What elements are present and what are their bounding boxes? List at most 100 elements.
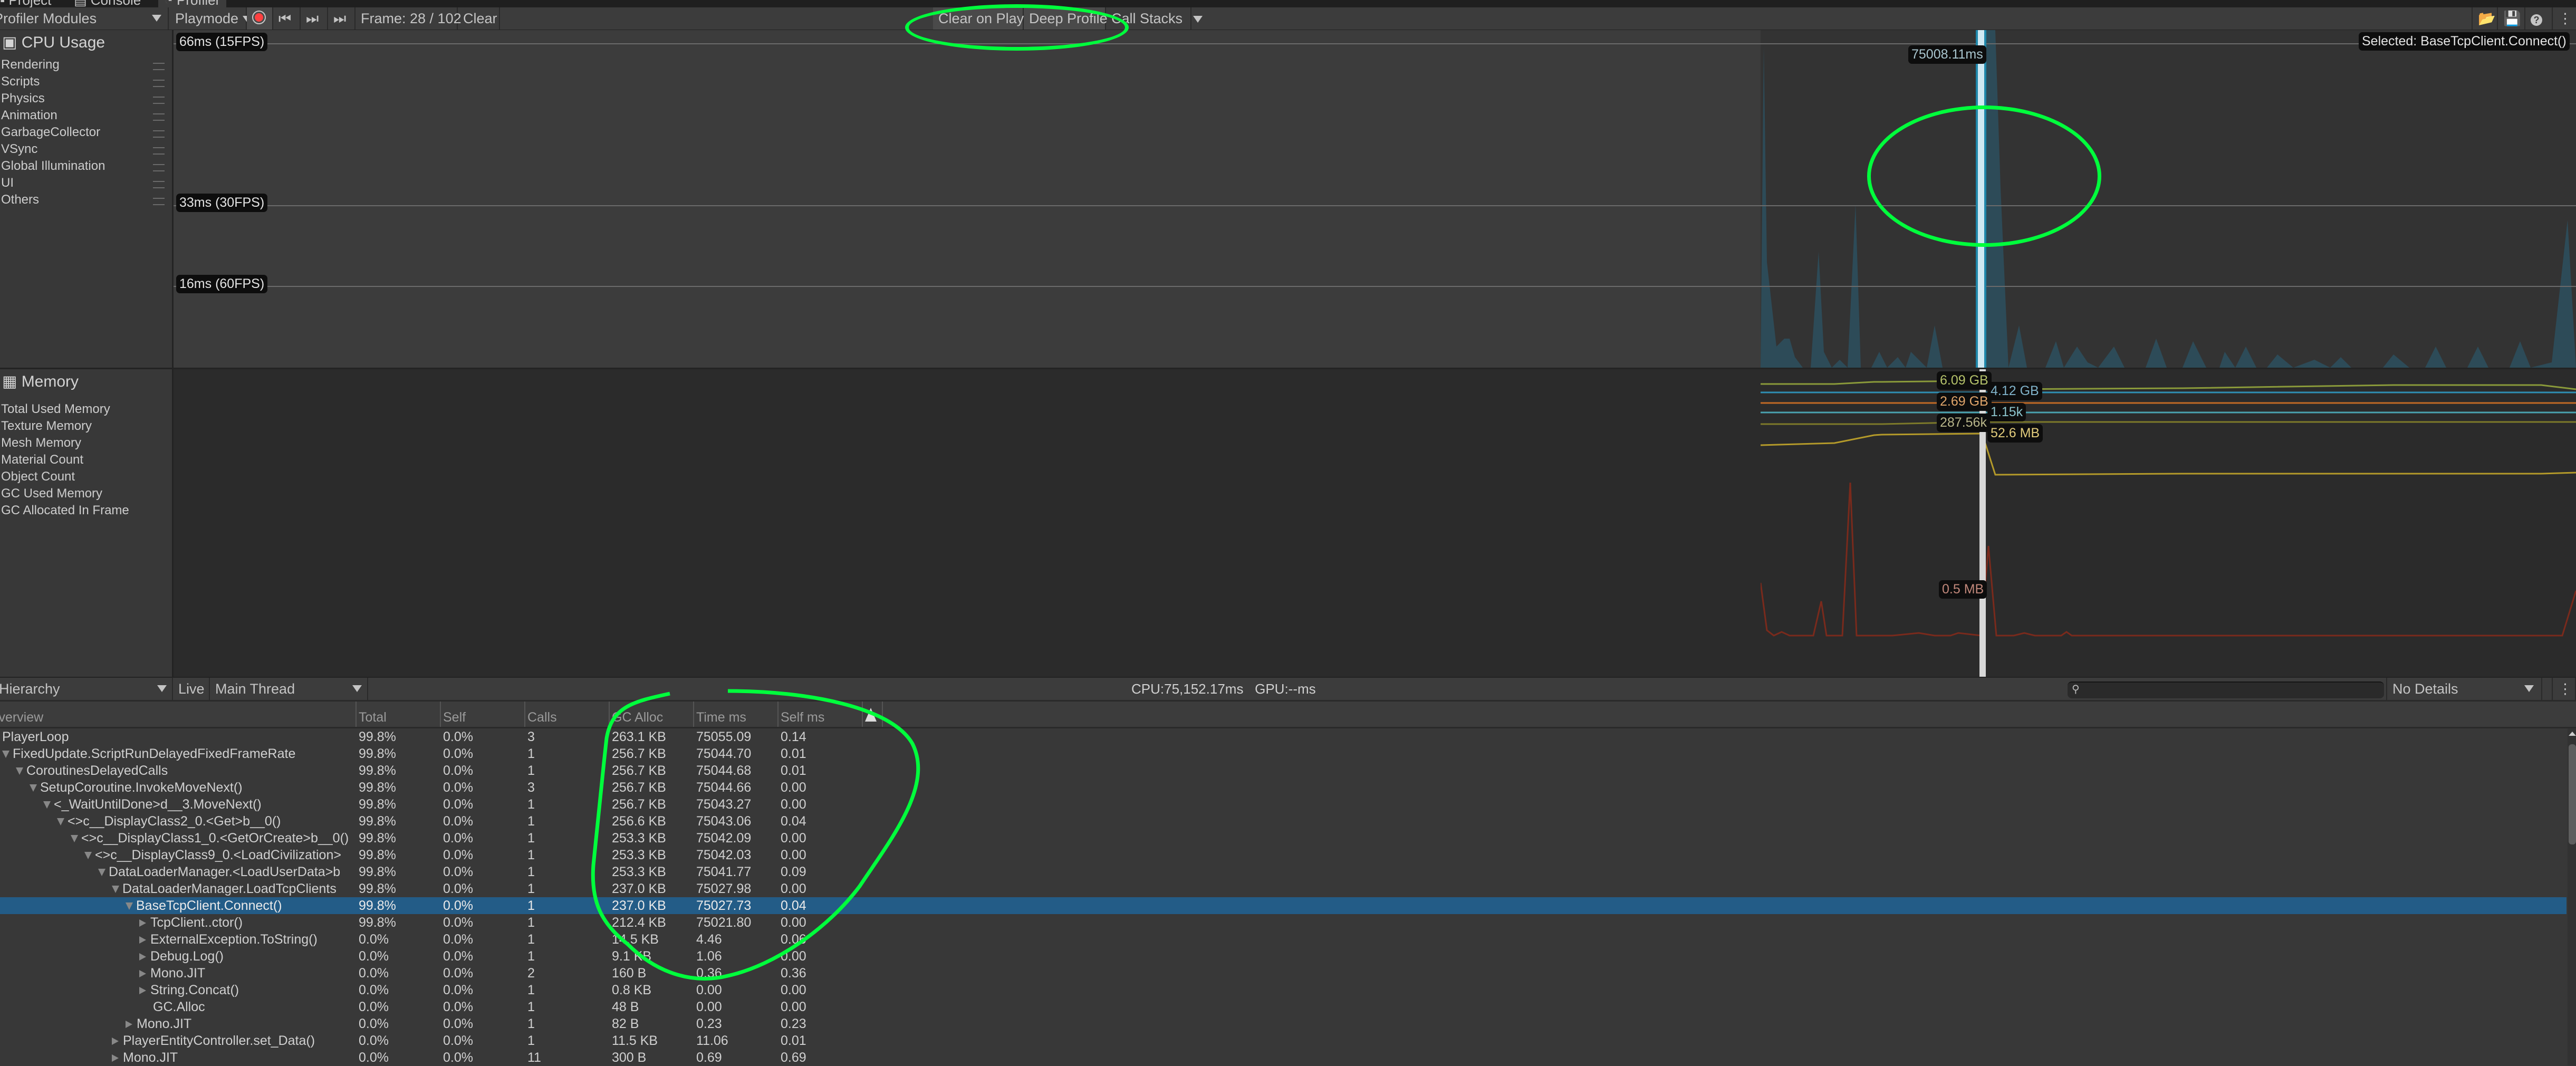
expand-arrow-open-icon[interactable] <box>16 767 23 775</box>
expand-arrow-closed-icon[interactable] <box>126 1021 132 1029</box>
table-row[interactable]: <>c__DisplayClass1_0.<GetOrCreate>b__0()… <box>0 830 2567 847</box>
table-row[interactable]: BaseTcpClient.Connect() 99.8% 0.0% 1 237.0 K… <box>0 897 2567 914</box>
drag-handle-icon[interactable] <box>153 147 165 155</box>
selected-frame-time: 75008.11ms <box>1908 45 1986 64</box>
memory-legend-item[interactable]: Object Count <box>1 469 75 484</box>
cpu-legend-item[interactable]: UI <box>1 176 14 190</box>
table-row[interactable]: PlayerEntityController.set_Data() 0.0% 0.0… <box>0 1032 2567 1049</box>
table-row[interactable]: SetupCoroutine.InvokeMoveNext() 99.8% 0.0%… <box>0 779 2567 796</box>
chevron-down-icon <box>1193 16 1203 23</box>
drag-handle-icon[interactable] <box>153 113 165 121</box>
cpu-module-title[interactable]: ▣ CPU Usage <box>2 33 105 52</box>
drag-handle-icon[interactable] <box>153 164 165 171</box>
table-row[interactable]: PlayerLoop 99.8% 0.0% 3 263.1 KB 75055.09 0.14 <box>0 728 2567 745</box>
memory-legend-item[interactable]: GC Allocated In Frame <box>1 503 129 518</box>
live-toggle[interactable]: Live <box>173 678 210 700</box>
target-dropdown[interactable]: Playmode <box>170 7 253 30</box>
cpu-legend-item[interactable]: Animation <box>1 108 57 123</box>
thread-dropdown[interactable]: Main Thread <box>210 678 368 700</box>
cpu-legend-item[interactable]: GarbageCollector <box>1 125 100 140</box>
drag-handle-icon[interactable] <box>153 63 165 70</box>
expand-arrow-closed-icon[interactable] <box>139 936 146 944</box>
column-total[interactable]: Total <box>355 702 440 727</box>
expand-arrow-open-icon[interactable] <box>84 852 92 860</box>
cpu-module-panel[interactable]: ▣ CPU Usage Rendering Scripts Physics Anima… <box>0 30 174 368</box>
search-input[interactable]: ⚲ <box>2068 681 2384 698</box>
cpu-legend-item[interactable]: Scripts <box>1 74 40 89</box>
memory-graph[interactable] <box>1761 369 2576 677</box>
help-button[interactable]: ? <box>2525 7 2553 30</box>
hierarchy-options-button[interactable]: ⋮ <box>2552 678 2576 700</box>
memory-legend-item[interactable]: Material Count <box>1 453 83 467</box>
view-mode-dropdown[interactable]: Hierarchy <box>0 678 173 700</box>
table-row[interactable]: Mono.JIT 0.0% 0.0% 11 300 B 0.69 0.69 <box>0 1049 2567 1066</box>
table-scrollbar[interactable] <box>2568 728 2576 1065</box>
table-row[interactable]: GC.Alloc 0.0% 0.0% 1 48 B 0.00 0.00 <box>0 998 2567 1015</box>
table-row[interactable]: <>c__DisplayClass9_0.<LoadCivilization> 9… <box>0 847 2567 863</box>
table-row[interactable]: <_WaitUntilDone>d__3.MoveNext() 99.8% 0.0%… <box>0 796 2567 813</box>
expand-arrow-closed-icon[interactable] <box>112 1038 119 1045</box>
save-button[interactable]: 💾 <box>2498 7 2525 30</box>
profiler-modules-dropdown[interactable]: Profiler Modules <box>0 7 169 30</box>
load-button[interactable]: 📂 <box>2472 7 2498 30</box>
expand-arrow-open-icon[interactable] <box>2 751 9 758</box>
details-dropdown[interactable]: No Details <box>2386 678 2542 700</box>
cell-calls: 3 <box>527 729 535 744</box>
tab-project[interactable]: ▪ Project <box>0 0 51 7</box>
drag-handle-icon[interactable] <box>153 130 165 138</box>
scroll-up-icon[interactable] <box>2569 732 2576 736</box>
table-row[interactable]: DataLoaderManager.LoadTcpClients 99.8% 0.0… <box>0 880 2567 897</box>
scrollbar-thumb[interactable] <box>2569 744 2576 844</box>
tab-profiler[interactable]: ◔ Profiler <box>158 0 227 7</box>
cpu-legend-item[interactable]: Others <box>1 193 39 207</box>
table-row[interactable]: Mono.JIT 0.0% 0.0% 2 160 B 0.36 0.36 <box>0 965 2567 982</box>
table-row[interactable]: Debug.Log() 0.0% 0.0% 1 9.1 KB 1.06 0.00 <box>0 948 2567 965</box>
table-row[interactable]: String.Concat() 0.0% 0.0% 1 0.8 KB 0.00 0.00 <box>0 982 2567 998</box>
record-button[interactable] <box>247 7 273 30</box>
current-frame-button[interactable]: ⏭ <box>328 7 355 30</box>
drag-handle-icon[interactable] <box>153 181 165 188</box>
expand-arrow-open-icon[interactable] <box>43 801 51 809</box>
memory-legend-item[interactable]: Texture Memory <box>1 419 92 434</box>
search-text-field[interactable] <box>2085 684 2378 697</box>
expand-arrow-open-icon[interactable] <box>98 869 105 877</box>
expand-arrow-closed-icon[interactable] <box>112 1054 119 1062</box>
table-row[interactable]: TcpClient..ctor() 99.8% 0.0% 1 212.4 KB 75021… <box>0 914 2567 931</box>
expand-arrow-closed-icon[interactable] <box>139 987 146 995</box>
memory-legend-item[interactable]: GC Used Memory <box>1 486 102 501</box>
column-self[interactable]: Self <box>440 702 524 727</box>
cpu-legend-item[interactable]: Physics <box>1 91 45 106</box>
expand-arrow-open-icon[interactable] <box>30 784 37 792</box>
expand-arrow-closed-icon[interactable] <box>139 953 146 961</box>
row-name-cell: String.Concat() <box>139 982 354 998</box>
memory-module-panel[interactable]: ▦ Memory Total Used Memory Texture Memory… <box>0 369 174 677</box>
tab-console[interactable]: ▤ Console <box>74 0 141 7</box>
table-row[interactable]: CoroutinesDelayedCalls 99.8% 0.0% 1 256.7 KB… <box>0 762 2567 779</box>
next-frame-button[interactable]: ⏭ <box>301 7 328 30</box>
drag-handle-icon[interactable] <box>153 97 165 104</box>
expand-arrow-open-icon[interactable] <box>112 886 119 894</box>
cpu-legend-item[interactable]: Rendering <box>1 57 60 72</box>
cpu-legend-item[interactable]: VSync <box>1 142 37 157</box>
cell-total: 99.8% <box>359 763 396 778</box>
table-row[interactable]: ExternalException.ToString() 0.0% 0.0% 1 14.… <box>0 931 2567 948</box>
clear-button[interactable]: Clear <box>458 7 500 30</box>
table-row[interactable]: Mono.JIT 0.0% 0.0% 1 82 B 0.23 0.23 <box>0 1015 2567 1032</box>
memory-module-title[interactable]: ▦ Memory <box>2 372 79 391</box>
memory-legend-item[interactable]: Mesh Memory <box>1 436 81 450</box>
expand-arrow-open-icon[interactable] <box>57 818 64 826</box>
table-row[interactable]: FixedUpdate.ScriptRunDelayedFixedFrameRa… <box>0 745 2567 762</box>
expand-arrow-open-icon[interactable] <box>71 835 78 843</box>
column-overview[interactable]: Overview <box>0 702 355 727</box>
memory-legend-item[interactable]: Total Used Memory <box>1 402 110 417</box>
cpu-legend-item[interactable]: Global Illumination <box>1 159 105 174</box>
table-row[interactable]: <>c__DisplayClass2_0.<Get>b__0() 99.8% 0.0… <box>0 813 2567 830</box>
table-row[interactable]: DataLoaderManager.<LoadUserData>b 99.8% 0.… <box>0 863 2567 880</box>
more-options-button[interactable]: ⋮ <box>2553 7 2576 30</box>
drag-handle-icon[interactable] <box>153 80 165 87</box>
expand-arrow-closed-icon[interactable] <box>139 970 146 978</box>
expand-arrow-closed-icon[interactable] <box>139 919 146 927</box>
expand-arrow-open-icon[interactable] <box>126 902 133 910</box>
previous-frame-button[interactable]: ⏮ <box>273 7 301 30</box>
drag-handle-icon[interactable] <box>153 198 165 205</box>
